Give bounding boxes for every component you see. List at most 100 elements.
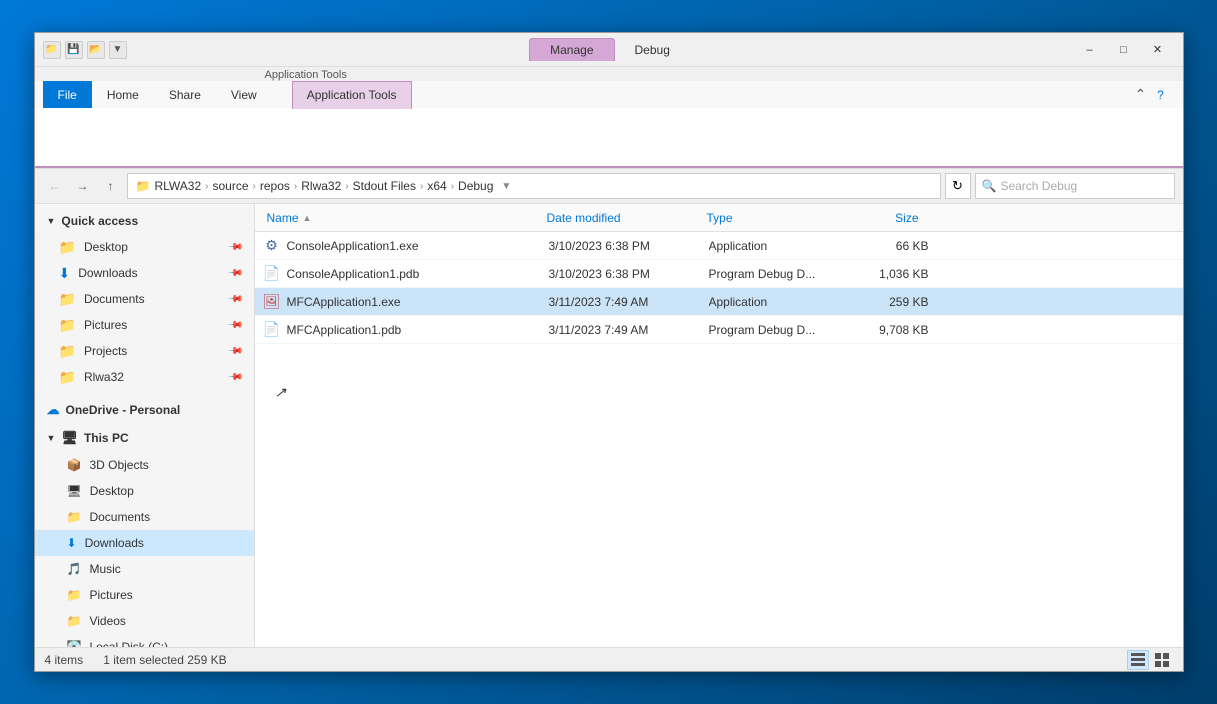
pictures-icon-quick: 📁 (59, 317, 76, 334)
title-bar-center: Manage Debug (127, 38, 1073, 61)
path-repos[interactable]: repos (260, 179, 290, 193)
path-x64[interactable]: x64 (427, 179, 446, 193)
sidebar-item-videos[interactable]: 📁 Videos (35, 608, 254, 634)
sidebar-item-downloads-pc[interactable]: ⬇ Downloads (35, 530, 254, 556)
pin-icon-proj: 📌 (227, 343, 244, 360)
file-list: Name ▲ Date modified Type Size ⚙ Console… (255, 204, 1183, 647)
table-row[interactable]: 📄 MFCApplication1.pdb 3/11/2023 7:49 AM … (255, 316, 1183, 344)
file-name-exe1: ConsoleApplication1.exe (287, 239, 549, 253)
path-rlwa32-2[interactable]: Rlwa32 (301, 179, 341, 193)
thispc-icon: 🖥 (61, 430, 78, 446)
title-bar: 📁 💾 📂 ▼ Manage Debug – □ ✕ (35, 33, 1183, 67)
sidebar-label-downloads-quick: Downloads (78, 266, 137, 280)
folder-icon-tb[interactable]: 📁 (43, 41, 61, 59)
pin-icon-doc: 📌 (227, 291, 244, 308)
music-icon: 🎵 (67, 562, 82, 576)
table-row[interactable]: 🖼 MFCApplication1.exe 3/11/2023 7:49 AM … (255, 288, 1183, 316)
table-row[interactable]: 📄 ConsoleApplication1.pdb 3/10/2023 6:38… (255, 260, 1183, 288)
sidebar-item-music[interactable]: 🎵 Music (35, 556, 254, 582)
search-box[interactable]: 🔍 Search Debug (975, 173, 1175, 199)
quick-access-header[interactable]: ▼ Quick access (35, 208, 254, 234)
thispc-header[interactable]: ▼ 🖥 This PC (35, 424, 254, 452)
file-icon-exe2: 🖼 (263, 293, 281, 311)
address-path[interactable]: 📁 RLWA32 › source › repos › Rlwa32 › Std… (127, 173, 941, 199)
up-button[interactable]: ↑ (99, 174, 123, 198)
search-icon: 🔍 (982, 179, 997, 193)
col-size-label: Size (895, 211, 918, 225)
col-header-type[interactable]: Type (703, 211, 843, 225)
file-date-pdb1: 3/10/2023 6:38 PM (549, 267, 709, 281)
file-icon-pdb2: 📄 (263, 321, 281, 339)
sidebar-label-documents-quick: Documents (84, 292, 145, 306)
tab-home[interactable]: Home (92, 81, 154, 108)
tab-view[interactable]: View (216, 81, 272, 108)
sidebar-label-pictures-quick: Pictures (84, 318, 127, 332)
thispc-expand[interactable]: ▼ (47, 433, 56, 443)
table-row[interactable]: ⚙ ConsoleApplication1.exe 3/10/2023 6:38… (255, 232, 1183, 260)
localc-icon: 💽 (67, 640, 82, 647)
pin-icon: 📌 (227, 239, 244, 256)
sidebar-item-pictures-pc[interactable]: 📁 Pictures (35, 582, 254, 608)
back-button[interactable]: ← (43, 174, 67, 198)
minimize-button[interactable]: – (1073, 36, 1107, 64)
sidebar-item-desktop-quick[interactable]: 📁 Desktop 📌 (35, 234, 254, 260)
sidebar-item-projects-quick[interactable]: 📁 Projects 📌 (35, 338, 254, 364)
sidebar-item-rlwa32-quick[interactable]: 📁 Rlwa32 📌 (35, 364, 254, 390)
refresh-button[interactable]: ↻ (945, 173, 971, 199)
col-header-size[interactable]: Size (843, 211, 923, 225)
maximize-button[interactable]: □ (1107, 36, 1141, 64)
projects-icon-quick: 📁 (59, 343, 76, 360)
forward-button[interactable]: → (71, 174, 95, 198)
sidebar-item-downloads-quick[interactable]: ⬇ Downloads 📌 (35, 260, 254, 286)
tab-file[interactable]: File (43, 81, 92, 108)
ribbon-content (35, 108, 1183, 168)
sidebar-item-documents-quick[interactable]: 📁 Documents 📌 (35, 286, 254, 312)
sidebar-item-pictures-quick[interactable]: 📁 Pictures 📌 (35, 312, 254, 338)
downloads-icon-pc: ⬇ (67, 536, 77, 550)
sidebar-item-localc[interactable]: 💽 Local Disk (C:) (35, 634, 254, 647)
sidebar-item-3dobjects[interactable]: 📦 3D Objects (35, 452, 254, 478)
cursor-indicator: ↗ (275, 384, 287, 401)
path-source[interactable]: source (212, 179, 248, 193)
empty-area[interactable]: ↗ (255, 344, 1183, 441)
file-name-pdb1: ConsoleApplication1.pdb (287, 267, 549, 281)
sidebar-label-desktop-pc: Desktop (90, 484, 134, 498)
open-icon-tb[interactable]: 📂 (87, 41, 105, 59)
down-arrow-tb[interactable]: ▼ (109, 41, 127, 59)
search-placeholder: Search Debug (1000, 179, 1077, 193)
tab-share[interactable]: Share (154, 81, 216, 108)
save-icon-tb[interactable]: 💾 (65, 41, 83, 59)
path-rlwa32[interactable]: RLWA32 (154, 179, 201, 193)
quick-access-label: Quick access (61, 214, 138, 228)
sidebar-label-rlwa32-quick: Rlwa32 (84, 370, 124, 384)
large-icons-view-button[interactable] (1151, 650, 1173, 670)
sidebar-label-projects-quick: Projects (84, 344, 127, 358)
quick-access-expand[interactable]: ▼ (47, 216, 56, 226)
col-header-name[interactable]: Name ▲ (263, 211, 543, 225)
help-button[interactable]: ? (1151, 85, 1171, 105)
sidebar-label-documents-pc: Documents (89, 510, 150, 524)
file-explorer-window: 📁 💾 📂 ▼ Manage Debug – □ ✕ Application T… (34, 32, 1184, 672)
file-date-exe2: 3/11/2023 7:49 AM (549, 295, 709, 309)
details-view-button[interactable] (1127, 650, 1149, 670)
path-stdout[interactable]: Stdout Files (353, 179, 416, 193)
ribbon-collapse-button[interactable]: ⌃ (1131, 85, 1151, 105)
sidebar-item-desktop-pc[interactable]: 🖥 Desktop (35, 478, 254, 504)
onedrive-header[interactable]: ☁ OneDrive - Personal (35, 396, 254, 424)
sidebar-label-music: Music (89, 562, 120, 576)
pin-icon-pic: 📌 (227, 317, 244, 334)
tab-application-tools[interactable]: Application Tools (292, 81, 412, 109)
documents-icon-pc: 📁 (67, 510, 82, 524)
folder-icon-path: 📁 (136, 179, 151, 193)
pictures-icon-pc: 📁 (67, 588, 82, 602)
path-dropdown-arrow[interactable]: ▼ (501, 181, 511, 192)
file-date-pdb2: 3/11/2023 7:49 AM (549, 323, 709, 337)
context-label: Application Tools (35, 67, 1183, 81)
sidebar-item-documents-pc[interactable]: 📁 Documents (35, 504, 254, 530)
close-button[interactable]: ✕ (1141, 36, 1175, 64)
onedrive-label: OneDrive - Personal (66, 403, 181, 417)
file-list-header: Name ▲ Date modified Type Size (255, 204, 1183, 232)
path-debug[interactable]: Debug (458, 179, 493, 193)
manage-tab[interactable]: Manage (529, 38, 614, 61)
col-header-date[interactable]: Date modified (543, 211, 703, 225)
